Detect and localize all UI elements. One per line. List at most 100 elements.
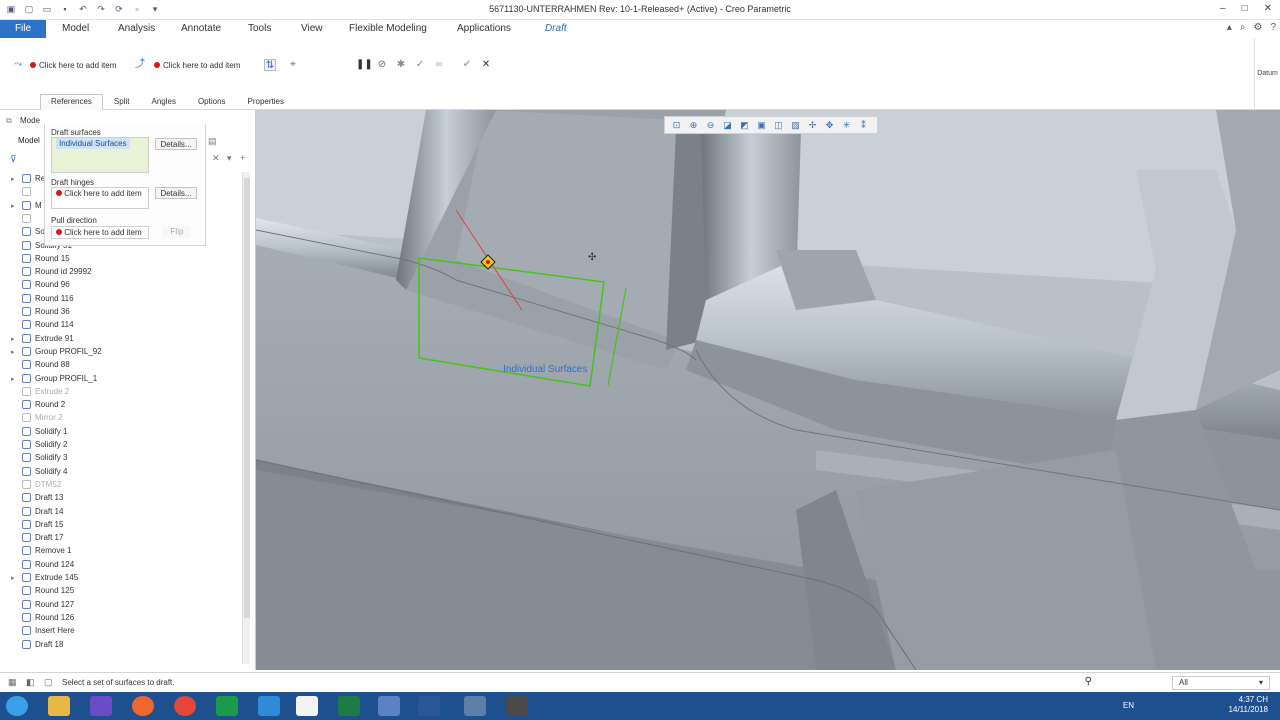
pull-direction-collector[interactable]: Click here to add item xyxy=(154,58,240,72)
close-button[interactable]: ✕ xyxy=(1264,3,1272,14)
tab-angles[interactable]: Angles xyxy=(140,94,186,110)
preview-icon[interactable]: ✱ xyxy=(395,59,407,71)
tree-item[interactable]: Mirror 2 xyxy=(22,413,63,423)
tab-references[interactable]: References xyxy=(40,94,103,110)
tab-draft[interactable]: Draft xyxy=(545,23,567,34)
tab-analysis[interactable]: Analysis xyxy=(118,23,155,34)
tab-view[interactable]: View xyxy=(301,23,323,34)
tree-item[interactable]: Solidify 4 xyxy=(22,466,67,476)
tree-item[interactable] xyxy=(22,187,35,197)
chrome-icon[interactable] xyxy=(174,696,196,716)
clock[interactable]: 4:37 CH 14/11/2018 xyxy=(1229,695,1268,715)
datum-group[interactable]: Datum xyxy=(1254,38,1280,110)
maximize-button[interactable]: □ xyxy=(1242,3,1248,14)
tree-item[interactable]: Round 114 xyxy=(22,320,74,330)
expand-icon[interactable]: ▸ xyxy=(11,348,15,356)
tab-split[interactable]: Split xyxy=(103,94,141,110)
zoom-in-icon[interactable]: ⊕ xyxy=(688,120,699,131)
ok-icon[interactable]: ✔ xyxy=(461,59,473,71)
help-icon[interactable]: ? xyxy=(1270,22,1276,33)
tab-annotate[interactable]: Annotate xyxy=(181,23,221,34)
tree-item[interactable]: Group PROFIL_1 xyxy=(22,373,97,383)
refit-icon[interactable]: ⊡ xyxy=(671,120,682,131)
expand-icon[interactable]: ▸ xyxy=(11,375,15,383)
tree-item[interactable]: DTM52 xyxy=(22,479,61,489)
add-column-icon[interactable]: + xyxy=(240,153,245,163)
tree-item[interactable]: Round 125 xyxy=(22,586,74,596)
tab-model[interactable]: Model xyxy=(62,23,89,34)
tool-icon[interactable] xyxy=(464,696,486,716)
search-icon[interactable]: ⌕ xyxy=(1240,22,1246,33)
tree-item[interactable]: Round 116 xyxy=(22,293,74,303)
expand-icon[interactable]: ▸ xyxy=(11,175,15,183)
tree-item[interactable]: Draft 18 xyxy=(22,639,63,649)
tree-item[interactable]: Draft 15 xyxy=(22,519,63,529)
graphics-viewport[interactable]: ✣ Individual Surfaces ⊡ ⊕ ⊖ ◪ ◩ ▣ ◫ ▨ ✢ … xyxy=(256,110,1280,670)
pull-direction-collector[interactable]: Click here to add item xyxy=(51,226,149,239)
scrollbar-thumb[interactable] xyxy=(244,178,250,618)
cancel-icon[interactable]: ✕ xyxy=(480,59,492,71)
filter-icon[interactable]: ⊽ xyxy=(10,154,17,165)
verify-icon[interactable]: ✓ xyxy=(414,59,426,71)
selected-surface-item[interactable]: Individual Surfaces xyxy=(56,138,130,149)
more-icon[interactable]: ⁑ xyxy=(858,120,869,131)
tree-scrollbar[interactable] xyxy=(242,172,250,664)
flip-direction-icon[interactable]: ⇅ xyxy=(264,59,276,71)
tree-item[interactable]: Draft 13 xyxy=(22,493,63,503)
tree-item[interactable]: Round 126 xyxy=(22,612,74,622)
saved-views-icon[interactable]: ▣ xyxy=(756,120,767,131)
start-icon[interactable] xyxy=(6,696,28,716)
draft-surfaces-collector[interactable]: Individual Surfaces xyxy=(51,137,149,173)
tree-item[interactable]: Solidify 1 xyxy=(22,426,67,436)
minimize-button[interactable]: – xyxy=(1220,3,1226,14)
tree-item[interactable]: Insert Here xyxy=(22,626,75,636)
excel-icon[interactable] xyxy=(338,696,360,716)
tree-item[interactable]: Solidify 2 xyxy=(22,440,67,449)
tab-flexible-modeling[interactable]: Flexible Modeling xyxy=(349,23,427,34)
clear-icon[interactable]: ✕ xyxy=(212,153,220,164)
expand-icon[interactable]: ▸ xyxy=(11,574,15,582)
app-icon[interactable] xyxy=(506,696,528,716)
details-button-surfaces[interactable]: Details... xyxy=(155,138,197,150)
file-tab[interactable]: File xyxy=(0,20,46,38)
expand-icon[interactable]: ▸ xyxy=(11,335,15,343)
no-preview-icon[interactable]: ⊘ xyxy=(376,59,388,71)
glasses-icon[interactable]: ∞ xyxy=(433,59,445,71)
tree-item[interactable]: Solidify 3 xyxy=(22,453,67,463)
app-icon[interactable] xyxy=(216,696,238,716)
find-icon[interactable]: ⚲ xyxy=(1085,676,1092,687)
grid-icon[interactable]: ▦ xyxy=(8,677,17,688)
view-manager-icon[interactable]: ◫ xyxy=(773,120,784,131)
reference-icon[interactable]: ⌖ xyxy=(287,59,299,71)
tree-item[interactable] xyxy=(22,213,35,223)
dropdown-icon[interactable]: ▾ xyxy=(227,153,232,164)
tree-item[interactable]: Draft 14 xyxy=(22,506,63,516)
details-button-hinges[interactable]: Details... xyxy=(155,187,197,199)
word-icon[interactable] xyxy=(418,696,440,716)
flip-button[interactable]: Flip xyxy=(163,226,191,238)
annotation-display-icon[interactable]: ✥ xyxy=(824,120,835,131)
draft-surfaces-collector[interactable]: Click here to add item xyxy=(30,58,116,72)
tree-item[interactable]: Round 36 xyxy=(22,307,70,316)
pause-icon[interactable]: ❚❚ xyxy=(356,59,373,71)
window-icon[interactable]: ▢ xyxy=(44,677,53,688)
tree-item[interactable]: Round 127 xyxy=(22,599,74,609)
selection-label[interactable]: Individual Surfaces xyxy=(503,364,588,375)
layout-icon[interactable]: ◧ xyxy=(26,677,35,688)
tree-item[interactable]: Round 2 xyxy=(22,400,65,410)
zoom-out-icon[interactable]: ⊖ xyxy=(705,120,716,131)
tree-item[interactable]: Re xyxy=(22,174,45,183)
tree-item[interactable]: Extrude 145 xyxy=(22,573,78,582)
tree-item[interactable]: Round 124 xyxy=(22,559,74,569)
selection-filter[interactable]: All ▾ xyxy=(1172,676,1270,690)
expand-icon[interactable]: ▸ xyxy=(11,202,15,210)
minimize-ribbon-icon[interactable]: ▴ xyxy=(1227,22,1232,33)
tree-item[interactable]: Round 96 xyxy=(22,280,70,290)
tree-item[interactable]: Group PROFIL_92 xyxy=(22,346,102,356)
draft-hinges-collector[interactable]: Click here to add item xyxy=(51,187,149,209)
firefox-icon[interactable] xyxy=(132,696,154,716)
datum-display-icon[interactable]: ✢ xyxy=(807,120,818,131)
tree-item[interactable]: Extrude 2 xyxy=(22,386,69,396)
repaint-icon[interactable]: ◪ xyxy=(722,120,733,131)
tab-applications[interactable]: Applications xyxy=(457,23,511,34)
